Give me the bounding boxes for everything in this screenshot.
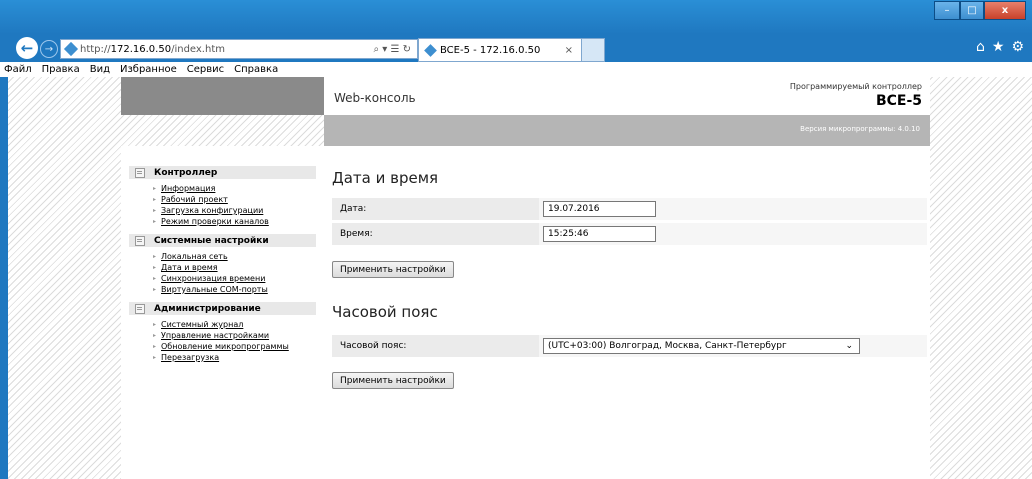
sidebar-item-project[interactable]: ▸ Рабочий проект bbox=[153, 194, 316, 205]
sub-header: Версия микропрограммы: 4.0.10 bbox=[324, 115, 930, 146]
sidebar-item-info[interactable]: ▸ Информация bbox=[153, 183, 316, 194]
model-name: BCE-5 bbox=[875, 93, 922, 109]
chevron-down-icon: ⌄ bbox=[845, 341, 853, 351]
bullet-icon: ▸ bbox=[153, 354, 157, 361]
bullet-icon: ▸ bbox=[153, 343, 157, 350]
datetime-title: Дата и время bbox=[332, 169, 439, 187]
header-left-block bbox=[121, 77, 324, 115]
bullet-icon: ▸ bbox=[153, 253, 157, 260]
sidebar-item-syslog[interactable]: ▸ Системный журнал bbox=[153, 319, 316, 330]
timezone-value-cell: (UTC+03:00) Волгоград, Москва, Санкт-Пет… bbox=[539, 335, 927, 357]
sidebar-item-com-ports[interactable]: ▸ Виртуальные COM-порты bbox=[153, 284, 316, 295]
sidebar-item-settings-mgmt[interactable]: ▸ Управление настройками bbox=[153, 330, 316, 341]
sidebar-item-firmware-update[interactable]: ▸ Обновление микропрограммы bbox=[153, 341, 316, 352]
bullet-icon: ▸ bbox=[153, 275, 157, 282]
site-favicon-icon bbox=[63, 41, 79, 57]
timezone-selected-value: (UTC+03:00) Волгоград, Москва, Санкт-Пет… bbox=[548, 341, 787, 351]
date-input[interactable]: 19.07.2016 bbox=[543, 201, 656, 217]
section-icon bbox=[135, 167, 145, 178]
time-label: Время: bbox=[340, 229, 373, 239]
favorites-star-icon[interactable]: ★ bbox=[992, 39, 1005, 55]
bullet-icon: ▸ bbox=[153, 264, 157, 271]
apply-datetime-button[interactable]: Применить настройки bbox=[332, 261, 454, 278]
sidebar-item-time-sync[interactable]: ▸ Синхронизация времени bbox=[153, 273, 316, 284]
bullet-icon: ▸ bbox=[153, 218, 157, 225]
tab-title: BCE-5 - 172.16.0.50 bbox=[440, 44, 541, 56]
date-value-cell: 19.07.2016 bbox=[539, 198, 927, 220]
sidebar-item-config-upload[interactable]: ▸ Загрузка конфигурации bbox=[153, 205, 316, 216]
menu-bar: Файл Правка Вид Избранное Сервис Справка bbox=[0, 62, 1032, 78]
section-icon bbox=[135, 303, 145, 314]
menu-view[interactable]: Вид bbox=[85, 64, 115, 75]
firmware-version: Версия микропрограммы: 4.0.10 bbox=[800, 125, 920, 133]
timezone-label: Часовой пояс: bbox=[340, 341, 407, 351]
menu-help[interactable]: Справка bbox=[229, 64, 283, 75]
timezone-select[interactable]: (UTC+03:00) Волгоград, Москва, Санкт-Пет… bbox=[543, 338, 860, 354]
minimize-button[interactable]: – bbox=[934, 1, 960, 20]
main-content: Контроллер ▸ Информация ▸ Рабочий проект ▸… bbox=[121, 146, 930, 479]
back-arrow-icon: ← bbox=[20, 39, 34, 57]
bullet-icon: ▸ bbox=[153, 196, 157, 203]
sidebar-item-reboot[interactable]: ▸ Перезагрузка bbox=[153, 352, 316, 363]
new-tab-button[interactable] bbox=[581, 38, 605, 62]
bullet-icon: ▸ bbox=[153, 332, 157, 339]
tab-favicon-icon bbox=[424, 43, 437, 57]
browser-right-icons: ⌂ ★ ⚙ bbox=[976, 39, 1024, 55]
apply-timezone-button[interactable]: Применить настройки bbox=[332, 372, 454, 389]
close-window-button[interactable]: x bbox=[984, 1, 1026, 20]
settings-gear-icon[interactable]: ⚙ bbox=[1011, 39, 1024, 55]
sidebar-item-channel-check[interactable]: ▸ Режим проверки каналов bbox=[153, 216, 316, 227]
window-controls: – □ x bbox=[934, 1, 1026, 20]
model-label: Программируемый контроллер bbox=[789, 82, 922, 91]
address-url: http://172.16.0.50/index.htm bbox=[80, 43, 225, 55]
sidebar-item-datetime[interactable]: ▸ Дата и время bbox=[153, 262, 316, 273]
section-icon bbox=[135, 235, 145, 246]
date-label: Дата: bbox=[340, 204, 367, 214]
page-viewport: Web-консоль Программируемый контроллер B… bbox=[0, 77, 1032, 479]
sidebar-section-system: Системные настройки bbox=[129, 234, 316, 247]
maximize-button[interactable]: □ bbox=[960, 1, 984, 20]
menu-file[interactable]: Файл bbox=[0, 64, 37, 75]
menu-favorites[interactable]: Избранное bbox=[115, 64, 182, 75]
bullet-icon: ▸ bbox=[153, 207, 157, 214]
sidebar-item-network[interactable]: ▸ Локальная сеть bbox=[153, 251, 316, 262]
menu-edit[interactable]: Правка bbox=[37, 64, 85, 75]
date-row: Дата: 19.07.2016 bbox=[332, 198, 927, 220]
bullet-icon: ▸ bbox=[153, 321, 157, 328]
forward-button[interactable]: → bbox=[40, 40, 58, 58]
forward-arrow-icon: → bbox=[44, 43, 54, 55]
window-left-border bbox=[0, 77, 8, 479]
sidebar: Контроллер ▸ Информация ▸ Рабочий проект ▸… bbox=[129, 164, 316, 368]
bullet-icon: ▸ bbox=[153, 286, 157, 293]
menu-tools[interactable]: Сервис bbox=[182, 64, 229, 75]
address-bar[interactable]: http://172.16.0.50/index.htm ⌕ ▾ ☰ ↻ bbox=[60, 39, 418, 59]
back-button[interactable]: ← bbox=[16, 37, 38, 59]
page-header: Web-консоль Программируемый контроллер B… bbox=[324, 77, 930, 116]
sidebar-section-admin: Администрирование bbox=[129, 302, 316, 315]
timezone-title: Часовой пояс bbox=[332, 303, 438, 321]
bullet-icon: ▸ bbox=[153, 185, 157, 192]
timezone-row: Часовой пояс: (UTC+03:00) Волгоград, Мос… bbox=[332, 335, 927, 357]
window-titlebar: – □ x bbox=[0, 0, 1032, 34]
home-icon[interactable]: ⌂ bbox=[976, 39, 985, 55]
page-title: Web-консоль bbox=[334, 91, 416, 105]
tab-close-icon[interactable]: × bbox=[565, 45, 573, 56]
address-bar-tools[interactable]: ⌕ ▾ ☰ ↻ bbox=[374, 44, 412, 55]
time-row: Время: 15:25:46 bbox=[332, 223, 927, 245]
time-input[interactable]: 15:25:46 bbox=[543, 226, 656, 242]
browser-tab[interactable]: BCE-5 - 172.16.0.50 × bbox=[418, 38, 582, 62]
sidebar-section-controller: Контроллер bbox=[129, 166, 316, 179]
time-value-cell: 15:25:46 bbox=[539, 223, 927, 245]
